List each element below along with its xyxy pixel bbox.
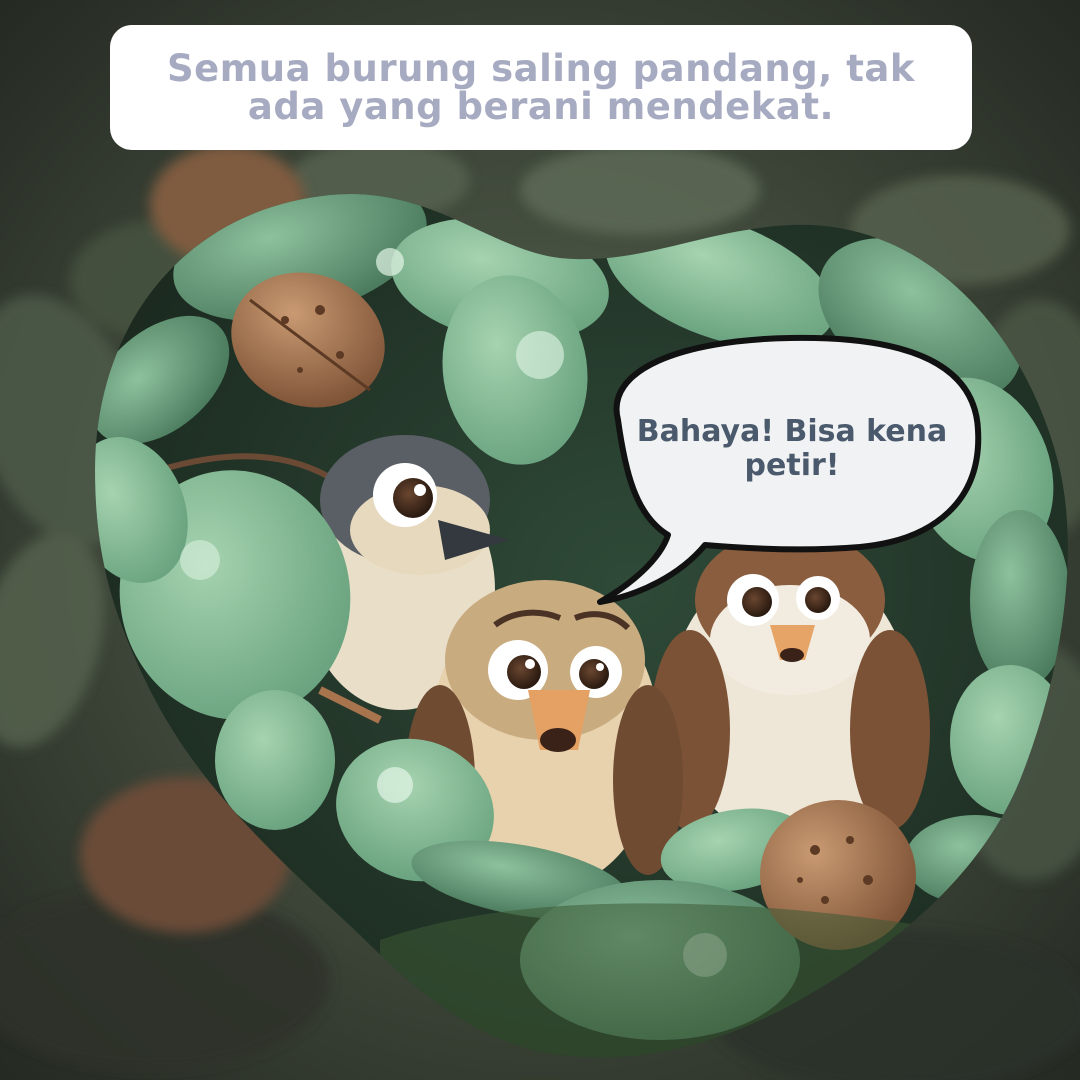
speech-bubble-text: Bahaya! Bisa kena petir! <box>636 414 948 483</box>
caption-text: Semua burung saling pandang, tak ada yan… <box>167 46 915 128</box>
bird-scene-illustration <box>95 193 1068 1058</box>
caption-box: Semua burung saling pandang, tak ada yan… <box>110 25 972 150</box>
